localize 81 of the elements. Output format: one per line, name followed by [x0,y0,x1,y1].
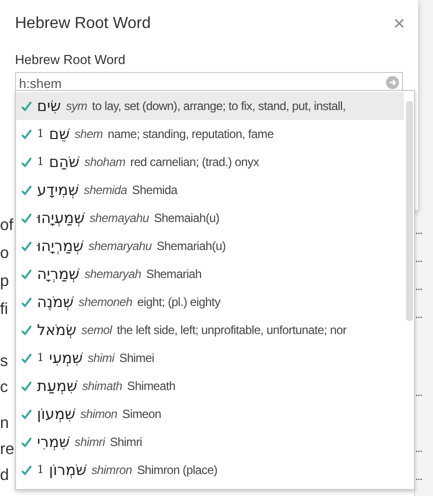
check-icon [21,324,32,336]
transliteration: shimon [80,406,118,423]
check-icon [21,296,32,308]
background-text: re [0,440,14,460]
hebrew-word: שְׁמַעְיָהוּ [37,208,85,229]
gloss-text: Shimri [110,434,142,451]
field-label: Hebrew Root Word [15,51,126,69]
homonym-number: 1 [37,154,44,170]
ellipsis-text: ... [415,442,422,454]
gloss-text: the left side, left; unprofitable, unfortunate; nor [116,322,346,339]
close-button[interactable]: × [393,14,405,34]
background-text: c [0,378,8,398]
hebrew-word: שֹׁמְרוֹן [49,460,86,481]
check-icon [21,240,32,252]
transliteration: shemaryah [84,266,142,283]
background-text: p [0,272,9,292]
transliteration: shimi [88,350,114,367]
ellipsis-text: ... [415,252,422,264]
background-text: s [0,352,8,372]
transliteration: shemoneh [78,294,132,311]
transliteration: shemaryahu [88,238,152,255]
transliteration: shem [74,126,103,143]
check-icon [21,156,32,168]
gloss-text: red carnelian; (trad.) onyx [130,154,259,171]
transliteration: shoham [84,154,126,171]
ellipsis-text: ... [415,280,422,292]
arrow-right-circle-icon[interactable] [386,76,399,88]
ellipsis-text: ... [415,386,422,398]
ellipsis-text: ... [415,224,422,236]
check-icon [21,128,32,140]
check-icon [21,100,32,112]
hebrew-word: שְׁמֹנֶה [37,292,74,313]
gloss-text: Simeon [122,406,162,423]
check-icon [21,352,32,364]
hebrew-word: שִׁמְעַת [37,376,78,397]
hebrew-word: שִׁמְעִי [49,348,83,369]
hebrew-word: שִׂים [37,96,61,117]
scrollbar-thumb[interactable] [406,101,412,321]
check-icon [21,436,32,448]
homonym-number: 1 [37,126,44,142]
hebrew-word: שְׂמֹאל [37,320,76,341]
background-text: d [0,466,9,486]
gloss-text: Shimei [119,350,154,367]
hebrew-word: שְׁמִידָע [37,180,79,201]
check-icon [21,408,32,420]
gloss-text: name; standing, reputation, fame [108,126,274,143]
hebrew-word: שֹׁהַם [49,152,80,173]
hebrew-word: שִׁמְעוֹן [37,404,76,425]
transliteration: shimron [91,462,132,479]
transliteration: shimri [74,434,105,451]
ellipsis-text: ... [415,308,422,320]
check-icon [21,212,32,224]
check-icon [21,380,32,392]
transliteration: shemida [84,182,128,199]
homonym-number: 1 [37,462,44,478]
check-icon [21,184,32,196]
background-text: o [0,244,9,264]
gloss-text: Shimron (place) [137,462,218,479]
gloss-text: Shimeath [127,378,176,395]
hebrew-word: שֵׁם [49,124,70,145]
transliteration: sym [66,98,88,115]
dialog-title: Hebrew Root Word [15,14,151,34]
hebrew-word: שִׁמְרִי [37,432,70,453]
transliteration: semol [81,322,112,339]
gloss-text: Shemariah [146,266,202,283]
hebrew-word: שְׁמַרְיָהוּ [37,236,84,257]
gloss-text: Shemaiah(u) [154,210,220,227]
check-icon [21,464,32,476]
gloss-text: Shemida [132,182,178,199]
check-icon [21,268,32,280]
background-text: of [0,216,14,236]
transliteration: shimath [82,378,122,395]
hebrew-word: שְׁמַרְיָה [37,264,80,285]
gloss-text: Shemariah(u) [156,238,226,255]
background-text: fi [0,300,8,320]
background-text: n [0,414,9,434]
gloss-text: to lay, set (down), arrange; to fix, stand, put, install, [92,98,346,115]
homonym-number: 1 [37,350,44,366]
transliteration: shemayahu [90,210,149,227]
ellipsis-text: ... [415,470,422,482]
gloss-text: eight; (pl.) eighty [137,294,220,311]
